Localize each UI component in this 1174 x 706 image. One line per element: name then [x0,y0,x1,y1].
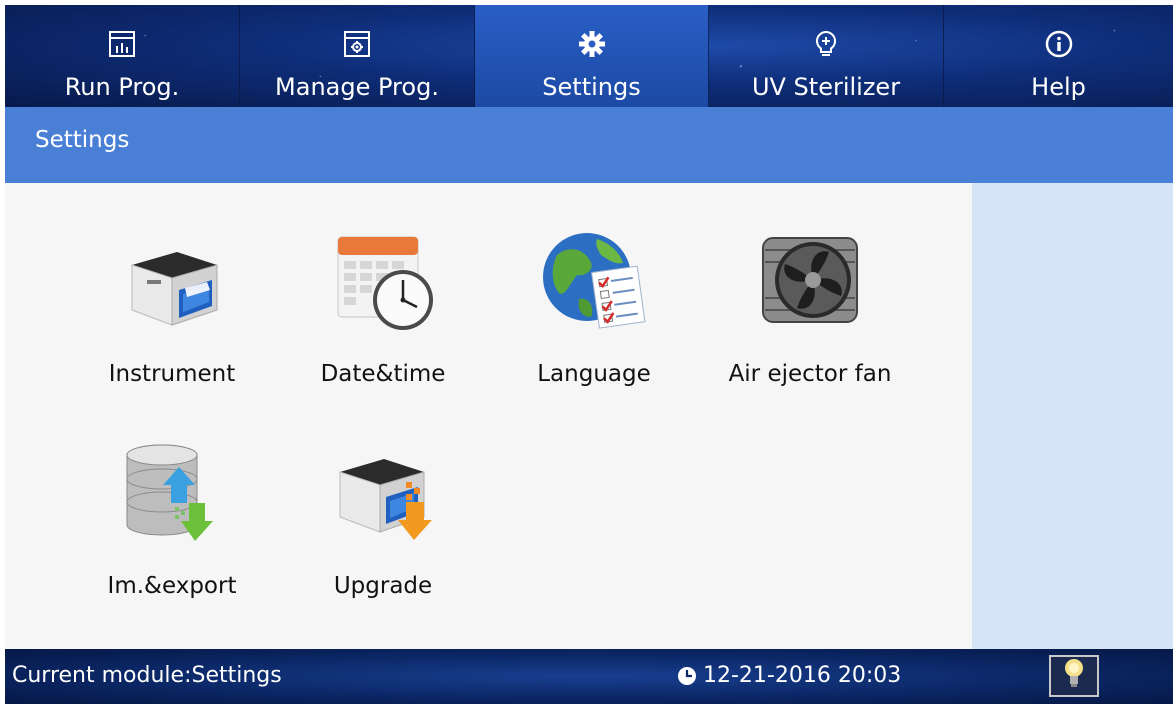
tab-label: Manage Prog. [275,73,439,101]
item-label: Air ejector fan [728,361,892,387]
chart-icon [107,29,137,59]
manage-icon [342,29,372,59]
status-bar: Current module:Settings 12-21-2016 20:03 [5,649,1173,704]
side-panel [972,183,1173,649]
settings-item-air-ejector-fan[interactable]: Air ejector fan [720,221,900,387]
top-tab-bar: Run Prog. Manage Prog. Settings UV Steri… [5,5,1173,107]
item-label: Im.&export [107,573,237,599]
tab-uv-sterilizer[interactable]: UV Sterilizer [709,5,944,107]
gear-icon [577,29,607,59]
lightbulb-icon [1063,657,1085,695]
settings-item-date-time[interactable]: Date&time [313,221,453,387]
settings-item-upgrade[interactable]: Upgrade [313,433,453,599]
info-icon [1044,29,1074,59]
datetime-text: 12-21-2016 20:03 [703,663,902,688]
tab-label: Help [1031,73,1086,101]
tab-label: Settings [542,73,641,101]
item-label: Upgrade [333,573,433,599]
printer-icon [112,221,232,339]
page-title-bar: Settings [5,107,1173,183]
database-transfer-icon [112,433,232,551]
app-window: Run Prog. Manage Prog. Settings UV Steri… [5,5,1173,704]
item-label: Language [537,361,651,387]
settings-item-im-export[interactable]: Im.&export [102,433,242,599]
lamp-toggle-button[interactable] [1049,655,1099,697]
globe-checklist-icon [534,221,654,339]
item-label: Instrument [108,361,236,387]
tab-manage-prog[interactable]: Manage Prog. [240,5,475,107]
clock-icon [677,666,697,686]
page-title: Settings [35,127,130,153]
fan-icon [750,221,870,339]
tab-help[interactable]: Help [944,5,1173,107]
tab-run-prog[interactable]: Run Prog. [5,5,240,107]
settings-item-language[interactable]: Language [524,221,664,387]
item-label: Date&time [320,361,446,387]
datetime-display: 12-21-2016 20:03 [677,663,901,688]
current-module-text: Current module:Settings [12,663,282,688]
lightbulb-icon [811,29,841,59]
settings-panel: Instrument Date&time Language Air ejecto… [5,183,972,649]
tab-label: Run Prog. [64,73,180,101]
calendar-clock-icon [323,221,443,339]
tab-label: UV Sterilizer [751,73,901,101]
printer-upgrade-icon [323,433,443,551]
tab-settings[interactable]: Settings [475,5,709,107]
settings-item-instrument[interactable]: Instrument [102,221,242,387]
